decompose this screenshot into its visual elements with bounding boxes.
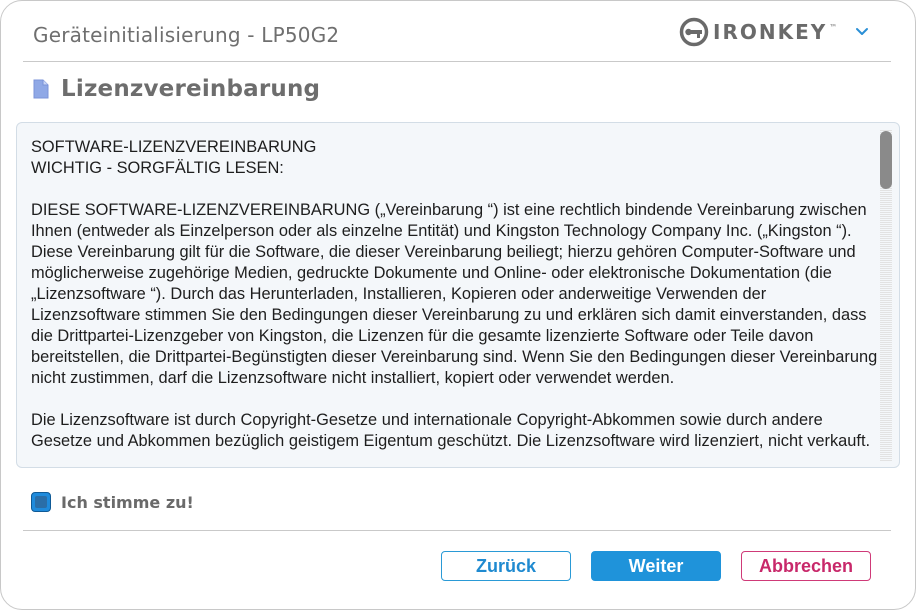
license-text: SOFTWARE-LIZENZVEREINBARUNG WICHTIG - SO… [31,137,879,467]
next-button[interactable]: Weiter [591,551,721,581]
agree-checkbox-row[interactable]: Ich stimme zu! [31,490,194,514]
license-paragraph-2: Die Lizenzsoftware ist durch Copyright-G… [31,411,871,450]
header-divider [23,61,891,62]
agree-label[interactable]: Ich stimme zu! [61,493,194,512]
page-title: Lizenzvereinbarung [61,76,321,102]
cancel-button[interactable]: Abbrechen [741,551,871,581]
agree-checkbox[interactable] [31,492,51,512]
ironkey-key-icon [679,17,709,47]
license-subheading: WICHTIG - SORGFÄLTIG LESEN: [31,159,284,177]
logo-trademark: ™ [829,22,838,32]
title-bar: Geräteinitialisierung - LP50G2 IRONKEY ™ [1,1,915,61]
license-paragraph-1: DIESE SOFTWARE-LIZENZVEREINBARUNG („Vere… [31,201,878,387]
back-button[interactable]: Zurück [441,551,571,581]
window-title: Geräteinitialisierung - LP50G2 [33,23,340,47]
checkbox-checked-mark [35,496,47,508]
document-icon [33,79,49,99]
ironkey-logo: IRONKEY ™ [679,15,837,49]
logo-text: IRONKEY [713,20,828,44]
chevron-down-icon[interactable] [853,23,871,41]
scrollbar-thumb[interactable] [880,131,892,189]
license-text-area[interactable]: SOFTWARE-LIZENZVEREINBARUNG WICHTIG - SO… [16,122,900,468]
footer-divider [23,530,891,531]
setup-dialog: Geräteinitialisierung - LP50G2 IRONKEY ™… [0,0,916,610]
license-heading: SOFTWARE-LIZENZVEREINBARUNG [31,138,317,156]
section-heading: Lizenzvereinbarung [33,73,320,105]
